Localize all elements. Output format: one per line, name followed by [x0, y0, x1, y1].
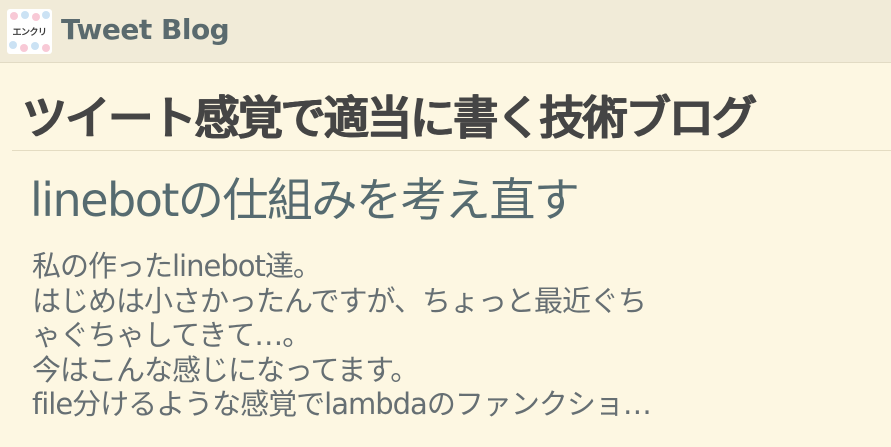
post-title-link[interactable]: linebotの仕組みを考え直す: [30, 164, 580, 230]
excerpt-line: 今はこんな感じになってます。: [32, 352, 419, 387]
divider: [12, 150, 891, 151]
excerpt-line: はじめは小さかったんですが、ちょっと最近ぐち: [32, 283, 647, 318]
site-tagline: ツイート感覚で適当に書く技術ブログ: [22, 91, 757, 145]
logo-text: エンクリ: [12, 28, 47, 38]
excerpt-line: file分けるような感覚でlambdaのファンクショ…: [32, 387, 652, 422]
post-excerpt: 私の作ったlinebot達。 はじめは小さかったんですが、ちょっと最近ぐち ゃぐ…: [32, 249, 882, 422]
logo-dot: [20, 44, 28, 52]
excerpt-line: ゃぐちゃしてきて…。: [32, 318, 311, 353]
excerpt-line: 私の作ったlinebot達。: [32, 249, 322, 283]
logo-dot: [32, 13, 40, 21]
logo-dot: [42, 44, 50, 52]
site-header: エンクリ Tweet Blog: [0, 0, 891, 63]
logo-dot: [21, 11, 29, 19]
site-logo[interactable]: エンクリ: [7, 9, 52, 54]
site-name-link[interactable]: Tweet Blog: [61, 13, 230, 46]
logo-dot: [42, 11, 50, 19]
logo-dot: [31, 42, 39, 50]
logo-dot: [9, 41, 17, 49]
logo-dot: [10, 12, 18, 20]
